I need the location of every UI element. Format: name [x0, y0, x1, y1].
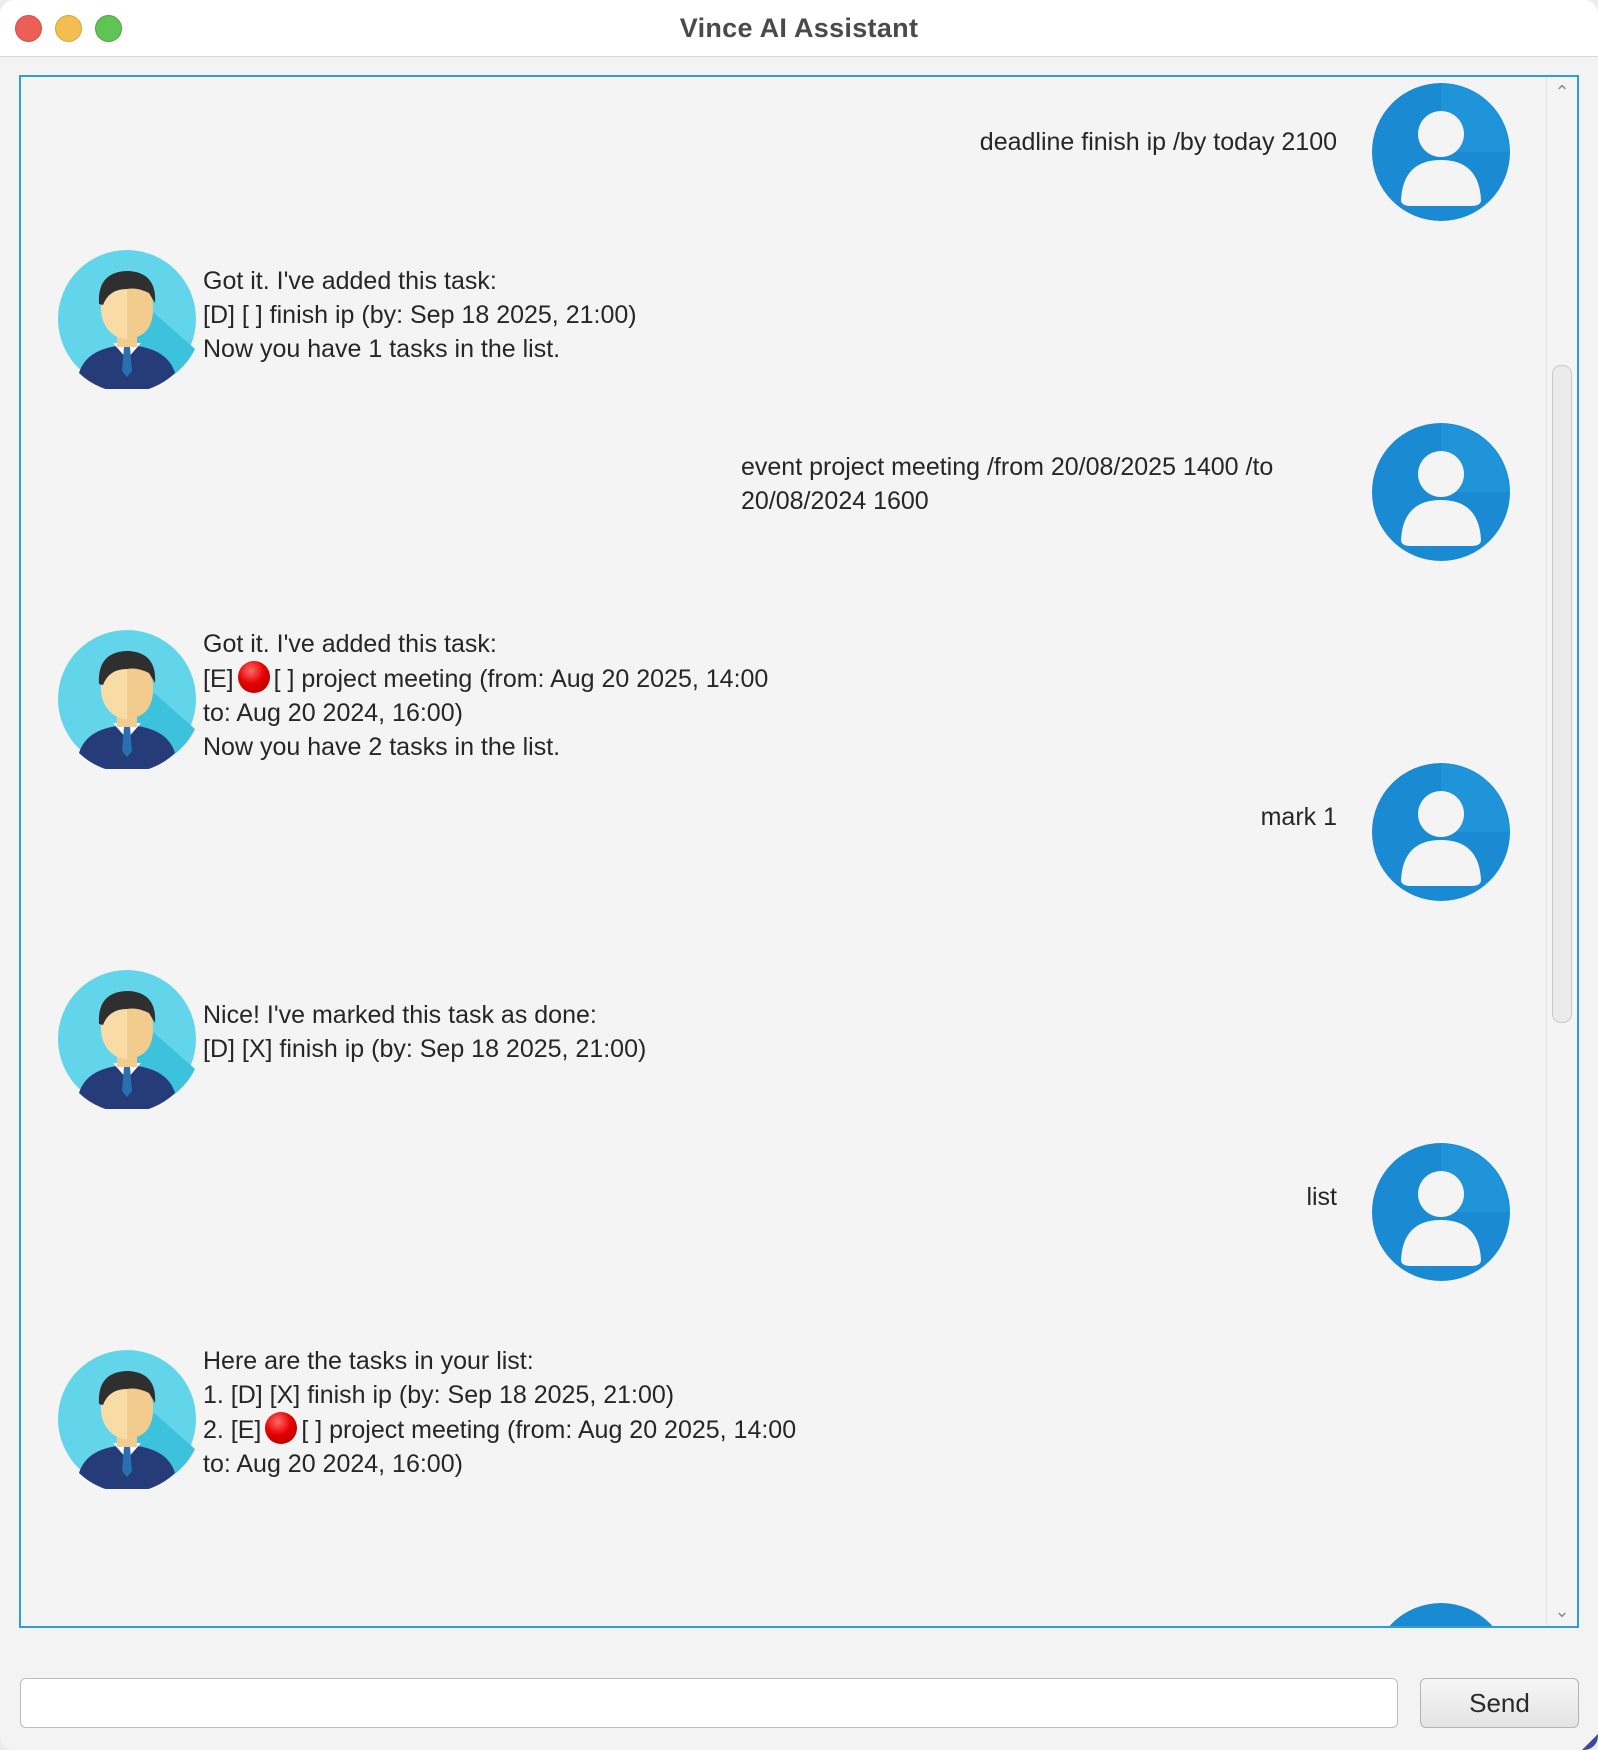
scroll-down-icon[interactable]: ⌄ — [1547, 1596, 1577, 1626]
message-line: 20/08/2024 1600 — [741, 487, 929, 515]
message-line: Got it. I've added this task: — [203, 267, 497, 295]
send-button[interactable]: Send — [1420, 1678, 1579, 1728]
user-avatar-icon — [1372, 83, 1510, 221]
user-avatar-icon — [1372, 763, 1510, 901]
user-avatar-icon — [1389, 1603, 1493, 1626]
user-avatar-icon — [1372, 423, 1510, 561]
bot-message: Nice! I've marked this task as done: [D]… — [203, 998, 646, 1066]
message-line: to: Aug 20 2024, 16:00) — [203, 1450, 463, 1478]
message-line: [E] [ ] project meeting (from: Aug 20 202… — [203, 661, 768, 696]
message-line: Got it. I've added this task: — [203, 630, 497, 658]
user-avatar-icon — [1372, 1143, 1510, 1281]
message-line: deadline finish ip /by today 2100 — [979, 128, 1337, 156]
bot-avatar-icon — [58, 250, 196, 389]
message-input[interactable] — [20, 1678, 1398, 1728]
task-description: [ ] project meeting (from: Aug 20 2025, … — [301, 1416, 797, 1444]
chat-scroll-pane[interactable]: deadline finish ip /by today 2100 Got it… — [19, 75, 1579, 1628]
user-message: deadline finish ip /by today 2100 — [980, 125, 1337, 159]
chat-scrollbar[interactable]: ⌃ ⌄ — [1546, 77, 1577, 1626]
bot-message: Here are the tasks in your list: 1. [D] … — [203, 1344, 796, 1481]
user-message: list — [1306, 1180, 1337, 1214]
task-description: [ ] project meeting (from: Aug 20 2025, … — [273, 665, 769, 693]
message-line: Now you have 2 tasks in the list. — [203, 733, 561, 761]
task-type-label: [E] — [203, 665, 234, 693]
scroll-up-icon[interactable]: ⌃ — [1547, 77, 1577, 107]
close-window-button[interactable] — [15, 15, 42, 42]
maximize-window-button[interactable] — [95, 15, 122, 42]
bot-message: Got it. I've added this task: [D] [ ] fi… — [203, 264, 637, 366]
window-title: Vince AI Assistant — [679, 12, 919, 43]
user-message: event project meeting /from 20/08/2025 1… — [741, 450, 1273, 518]
task-type-label: 2. [E] — [203, 1416, 262, 1444]
app-window: Vince AI Assistant deadline finish ip /b… — [0, 0, 1598, 1750]
user-message: mark 1 — [1261, 800, 1337, 834]
message-line: Nice! I've marked this task as done: — [203, 1001, 597, 1029]
bot-avatar-icon — [58, 630, 196, 769]
message-line: Here are the tasks in your list: — [203, 1347, 534, 1375]
bot-message: Got it. I've added this task: [E] [ ] pro… — [203, 627, 768, 764]
message-line: Now you have 1 tasks in the list. — [203, 335, 561, 363]
scrollbar-thumb[interactable] — [1552, 365, 1572, 1023]
message-line: 1. [D] [X] finish ip (by: Sep 18 2025, 2… — [203, 1381, 675, 1409]
resize-corner-icon[interactable] — [1578, 1730, 1598, 1750]
message-line: [D] [ ] finish ip (by: Sep 18 2025, 21:0… — [203, 301, 637, 329]
red-circle-icon — [237, 661, 270, 693]
red-circle-icon — [265, 1412, 298, 1444]
title-bar: Vince AI Assistant — [0, 0, 1598, 57]
minimize-window-button[interactable] — [55, 15, 82, 42]
message-line: 2. [E] [ ] project meeting (from: Aug 20 … — [203, 1412, 796, 1447]
bot-avatar-icon — [58, 1350, 196, 1489]
message-line: [D] [X] finish ip (by: Sep 18 2025, 21:0… — [203, 1035, 647, 1063]
message-line: mark 1 — [1260, 803, 1337, 831]
bot-avatar-icon — [58, 970, 196, 1109]
message-line: event project meeting /from 20/08/2025 1… — [741, 453, 1274, 481]
message-line: to: Aug 20 2024, 16:00) — [203, 699, 463, 727]
message-line: list — [1306, 1183, 1337, 1211]
